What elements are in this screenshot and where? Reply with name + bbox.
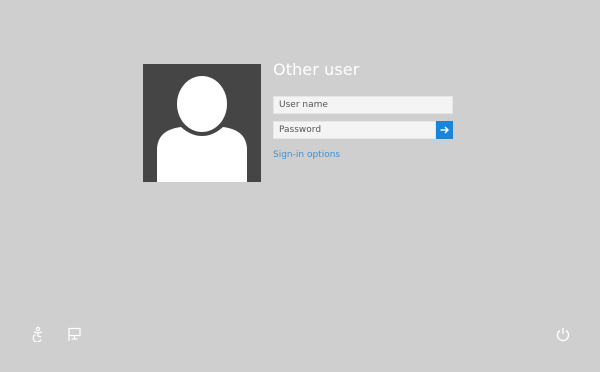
username-input[interactable] [273, 96, 453, 114]
submit-button[interactable] [436, 121, 453, 139]
password-input[interactable] [273, 121, 436, 139]
arrow-right-icon [440, 126, 449, 134]
sign-in-options-link[interactable]: Sign-in options [273, 150, 340, 160]
ease-of-access-icon [32, 326, 43, 343]
network-button[interactable] [66, 326, 82, 342]
power-button[interactable] [555, 326, 571, 342]
ease-of-access-button[interactable] [30, 326, 46, 343]
power-icon [556, 328, 570, 342]
user-avatar [143, 64, 261, 182]
page-title: Other user [273, 60, 360, 79]
lock-screen: Other user Sign-in options [0, 0, 600, 372]
network-icon [68, 327, 81, 341]
user-silhouette-icon [157, 76, 247, 182]
